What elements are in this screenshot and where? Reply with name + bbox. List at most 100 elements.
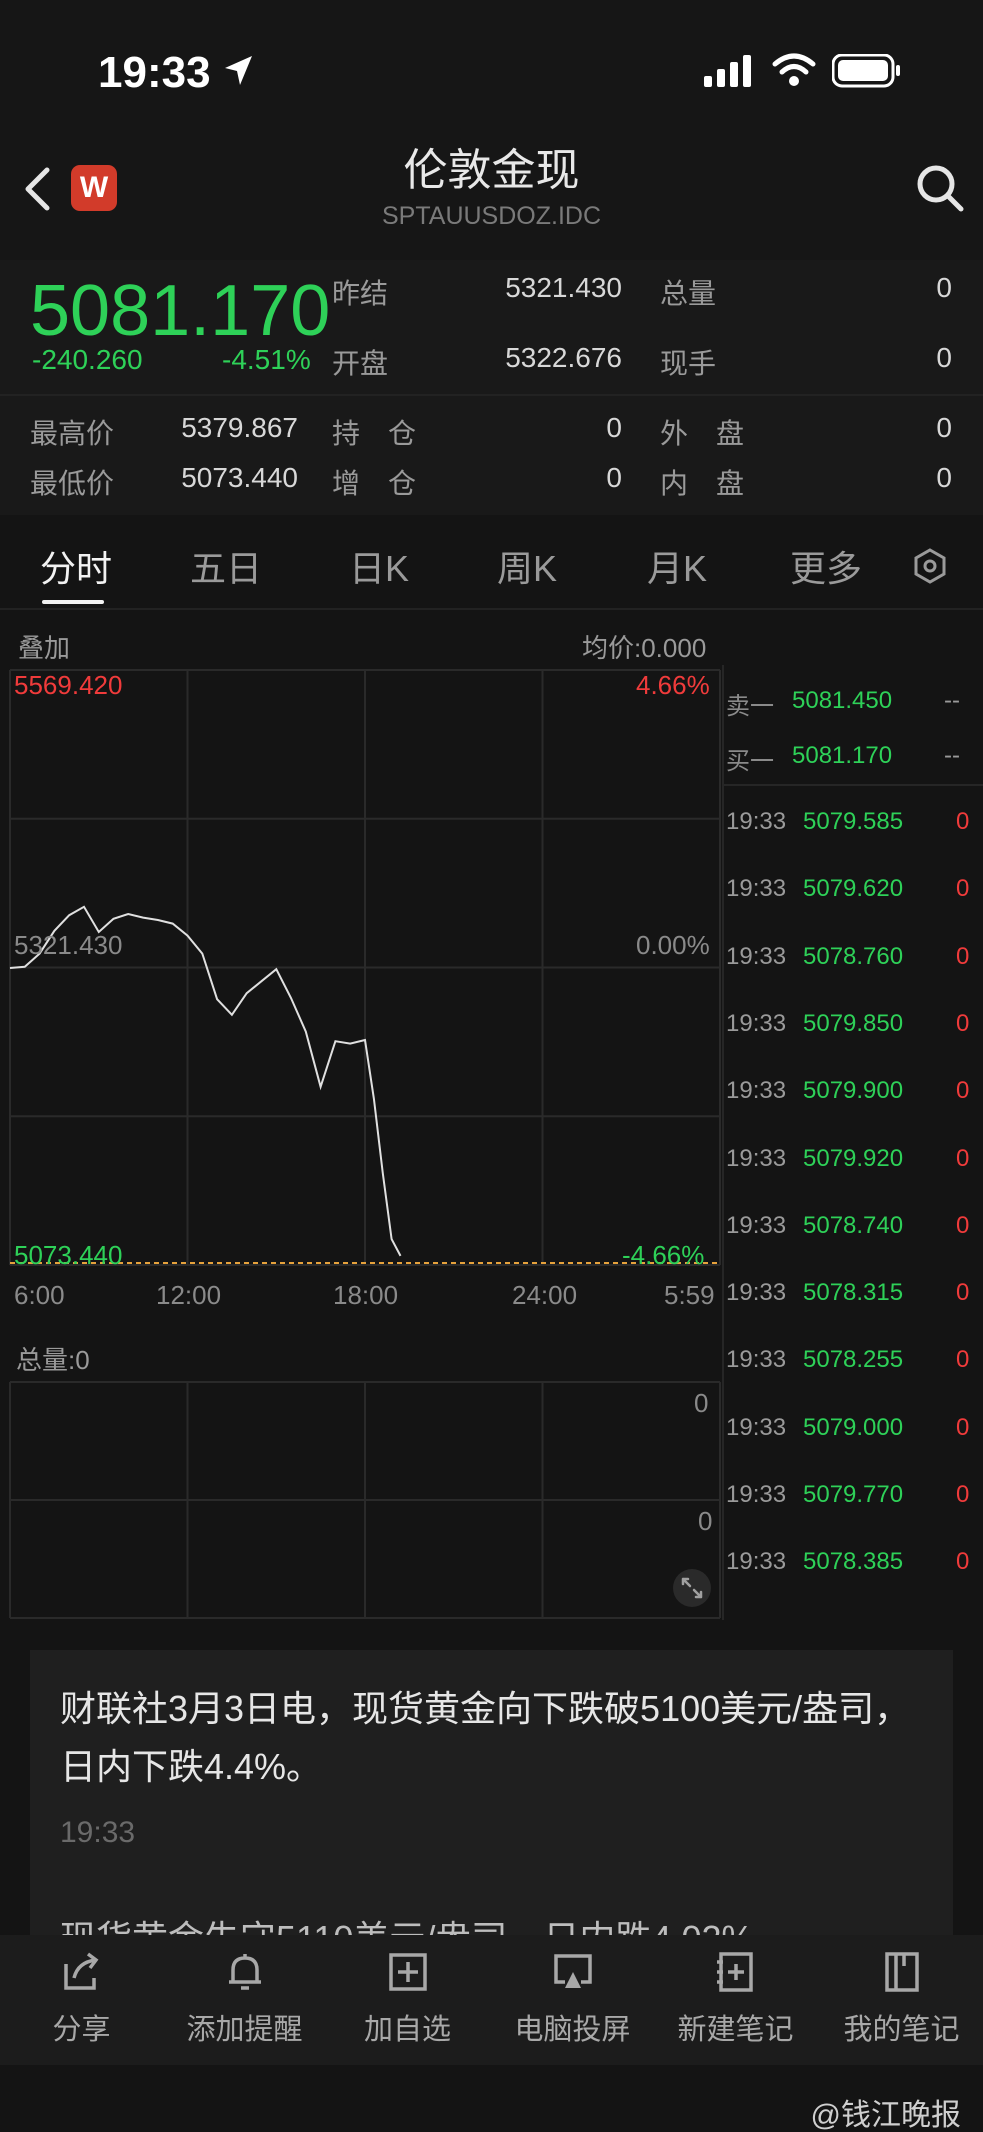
battery-icon	[832, 54, 900, 88]
cellular-signal-icon	[704, 55, 751, 87]
sell1-label: 卖一	[726, 693, 774, 720]
screen-cast-label: 电脑投屏	[514, 2014, 631, 2046]
share-label: 分享	[52, 2014, 111, 2046]
expand-icon[interactable]	[672, 1568, 712, 1608]
open-interest-label: 持 仓	[332, 418, 417, 449]
tick-volume: 0	[956, 1481, 970, 1508]
outer-disk-label: 外 盘	[660, 418, 745, 449]
buy1-volume: --	[944, 742, 960, 769]
tick-volume: 0	[956, 1279, 970, 1307]
tick-price: 5078.760	[803, 942, 904, 970]
buy1-price: 5081.170	[792, 742, 893, 769]
news-time: 19:33	[60, 1816, 136, 1849]
y-min-pct-label: -4.66%	[622, 1240, 705, 1270]
tick-volume: 0	[956, 942, 970, 970]
tick-time: 19:33	[726, 1279, 787, 1307]
add-favorite-icon	[388, 1953, 427, 1991]
x-tick-label: 24:00	[512, 1280, 578, 1310]
x-tick-label: 5:59	[664, 1280, 715, 1310]
share-button[interactable]: 分享	[0, 1940, 163, 2048]
volume-title: 总量:0	[16, 1345, 90, 1375]
tab-more[interactable]: 更多	[790, 540, 862, 592]
volume-chart	[9, 1381, 721, 1619]
position-change-value: 0	[606, 462, 622, 493]
status-time: 19:33	[98, 48, 211, 97]
y-max-label: 5569.420	[14, 670, 123, 700]
tick-price: 5078.740	[803, 1211, 904, 1239]
tick-time: 19:33	[726, 1009, 787, 1037]
price-change: -240.260	[32, 344, 143, 375]
screen-cast-icon	[553, 1954, 592, 1988]
tick-volume: 0	[956, 1211, 970, 1239]
new-note-label: 新建笔记	[677, 2014, 794, 2046]
tick-price: 5079.920	[803, 1144, 904, 1172]
my-notes-button[interactable]: 我的笔记	[820, 1940, 983, 2048]
bell-icon	[228, 1954, 261, 1990]
screen-cast-button[interactable]: 电脑投屏	[491, 1940, 654, 2048]
divider	[722, 665, 724, 1620]
tick-time: 19:33	[726, 1346, 787, 1374]
open-label: 开盘	[332, 348, 389, 379]
watermark: @钱江晚报	[810, 2099, 961, 2132]
tick-price: 5078.315	[803, 1279, 904, 1307]
overlay-button[interactable]: 叠加	[18, 628, 70, 665]
y-min-label: 5073.440	[14, 1240, 123, 1270]
tick-price: 5079.770	[803, 1481, 904, 1508]
settings-icon[interactable]	[912, 548, 948, 584]
tab-monthly-k[interactable]: 月K	[647, 540, 707, 592]
active-tab-indicator	[42, 600, 104, 604]
share-icon	[63, 1952, 98, 1990]
sell1-price: 5081.450	[792, 687, 893, 714]
current-hand-value: 0	[936, 342, 952, 373]
open-value: 5322.676	[505, 342, 622, 373]
avg-price-label: 均价:0.000	[582, 633, 707, 663]
tab-intraday[interactable]: 分时	[40, 540, 112, 592]
tick-time: 19:33	[726, 875, 787, 903]
divider	[0, 394, 983, 396]
tick-volume: 0	[956, 808, 970, 835]
tab-daily-k[interactable]: 日K	[349, 540, 409, 592]
add-favorite-button[interactable]: 加自选	[326, 1940, 489, 2048]
symbol-code: SPTAUUSDOZ.IDC	[382, 202, 601, 230]
low-value: 5073.440	[181, 462, 298, 493]
tab-five-day[interactable]: 五日	[190, 540, 262, 592]
high-label: 最高价	[30, 418, 115, 449]
divider	[0, 608, 983, 610]
tick-price: 5079.900	[803, 1077, 904, 1105]
wifi-icon	[772, 53, 816, 86]
price-change-pct: -4.51%	[222, 344, 311, 375]
y-mid-pct-label: 0.00%	[636, 930, 710, 960]
x-tick-label: 18:00	[333, 1280, 399, 1310]
tick-volume: 0	[956, 1077, 970, 1105]
sell1-volume: --	[944, 687, 960, 714]
inner-disk-label: 内 盘	[660, 468, 745, 499]
tick-time: 19:33	[726, 808, 787, 835]
tick-time: 19:33	[726, 1481, 787, 1508]
tick-price: 5079.000	[803, 1413, 904, 1441]
new-note-button[interactable]: 新建笔记	[654, 1940, 817, 2048]
my-notes-icon	[884, 1952, 919, 1992]
location-arrow-icon	[225, 56, 252, 85]
open-interest-value: 0	[606, 412, 622, 443]
x-tick-label: 12:00	[156, 1280, 222, 1310]
total-volume-label: 总量	[660, 278, 717, 309]
tick-time: 19:33	[726, 1144, 787, 1172]
search-icon[interactable]	[915, 163, 965, 213]
intraday-chart[interactable]	[0, 665, 725, 1285]
x-tick-label: 6:00	[14, 1280, 65, 1310]
total-volume-value: 0	[936, 272, 952, 303]
new-note-icon	[716, 1952, 753, 1992]
tick-price: 5078.385	[803, 1548, 904, 1576]
tick-volume: 0	[956, 1413, 970, 1441]
add-alert-button[interactable]: 添加提醒	[163, 1940, 326, 2048]
my-notes-label: 我的笔记	[843, 2014, 960, 2046]
volume-axis-label: 0	[694, 1388, 709, 1418]
tick-volume: 0	[956, 1144, 970, 1172]
buy1-label: 买一	[726, 748, 774, 775]
tab-weekly-k[interactable]: 周K	[497, 540, 557, 592]
outer-disk-value: 0	[936, 412, 952, 443]
tick-volume: 0	[956, 1548, 970, 1576]
page-title: 伦敦金现	[403, 146, 580, 195]
add-alert-label: 添加提醒	[186, 2014, 303, 2046]
tick-price: 5079.585	[803, 808, 904, 835]
